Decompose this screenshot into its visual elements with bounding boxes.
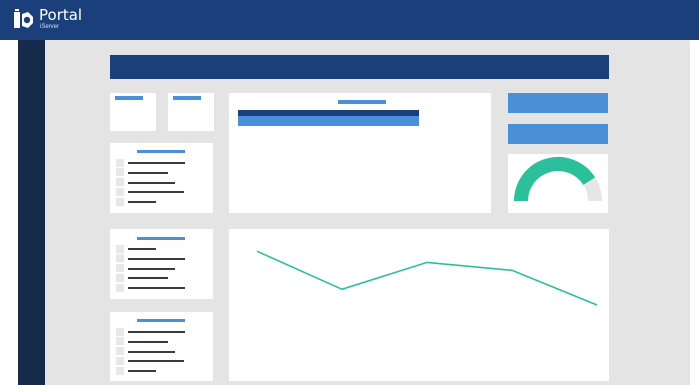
list-row-marker xyxy=(116,274,124,282)
list-row-placeholder xyxy=(128,287,185,289)
list-row-marker xyxy=(116,328,124,336)
stat-card-2-title-placeholder xyxy=(173,96,201,100)
top-navigation-bar: Portal iServer xyxy=(0,0,699,40)
portal-logo-text: Portal iServer xyxy=(39,6,83,31)
kpi-bar-1[interactable] xyxy=(508,93,608,113)
list-row-placeholder xyxy=(128,162,185,164)
kpi-bar-2[interactable] xyxy=(508,124,608,144)
list-row-placeholder xyxy=(128,331,185,333)
list-row-placeholder xyxy=(128,370,156,372)
list-card-2[interactable] xyxy=(110,229,213,299)
list-row-placeholder xyxy=(128,201,156,203)
line-chart xyxy=(256,250,598,306)
list-row-placeholder xyxy=(128,351,175,353)
list-row-marker xyxy=(116,347,124,355)
list-row-placeholder xyxy=(128,341,168,343)
list-row-placeholder xyxy=(128,182,175,184)
list-row-marker xyxy=(116,159,124,167)
app-subtitle: iServer xyxy=(40,24,60,30)
table-subheader-row xyxy=(238,116,419,126)
list-card-2-title-placeholder xyxy=(137,237,185,240)
list-card-1-title-placeholder xyxy=(137,150,185,153)
gauge-fill xyxy=(514,157,596,202)
list-row-marker xyxy=(116,264,124,272)
stat-card-1-title-placeholder xyxy=(115,96,143,100)
list-card-3[interactable] xyxy=(110,312,213,381)
gauge-card[interactable] xyxy=(508,154,608,213)
list-row-placeholder xyxy=(128,268,175,270)
list-row-marker xyxy=(116,198,124,206)
list-row-marker xyxy=(116,254,124,262)
table-card[interactable] xyxy=(229,93,491,213)
app-name: Portal xyxy=(39,6,83,24)
table-title-placeholder xyxy=(338,100,386,104)
list-row-marker xyxy=(116,178,124,186)
line-chart-card[interactable] xyxy=(229,229,609,381)
list-card-1[interactable] xyxy=(110,143,213,213)
list-row-marker xyxy=(116,245,124,253)
list-row-marker xyxy=(116,188,124,196)
gauge-chart xyxy=(514,157,602,202)
list-row-marker xyxy=(116,337,124,345)
list-row-placeholder xyxy=(128,172,168,174)
line-series xyxy=(256,250,598,306)
list-row-placeholder xyxy=(128,258,185,260)
list-row-marker xyxy=(116,367,124,375)
right-gutter xyxy=(690,40,699,385)
list-row-marker xyxy=(116,284,124,292)
sidebar xyxy=(18,40,45,385)
dashboard-header-banner xyxy=(110,55,609,79)
stat-card-2[interactable] xyxy=(168,93,214,131)
list-row-placeholder xyxy=(128,277,168,279)
list-row-placeholder xyxy=(128,248,156,250)
portal-logo-icon xyxy=(12,8,36,32)
portal-logo[interactable]: Portal iServer xyxy=(12,8,82,32)
list-row-placeholder xyxy=(128,360,184,362)
stat-card-1[interactable] xyxy=(110,93,156,131)
list-card-3-title-placeholder xyxy=(137,319,185,322)
list-row-placeholder xyxy=(128,191,184,193)
list-row-marker xyxy=(116,357,124,365)
list-row-marker xyxy=(116,168,124,176)
